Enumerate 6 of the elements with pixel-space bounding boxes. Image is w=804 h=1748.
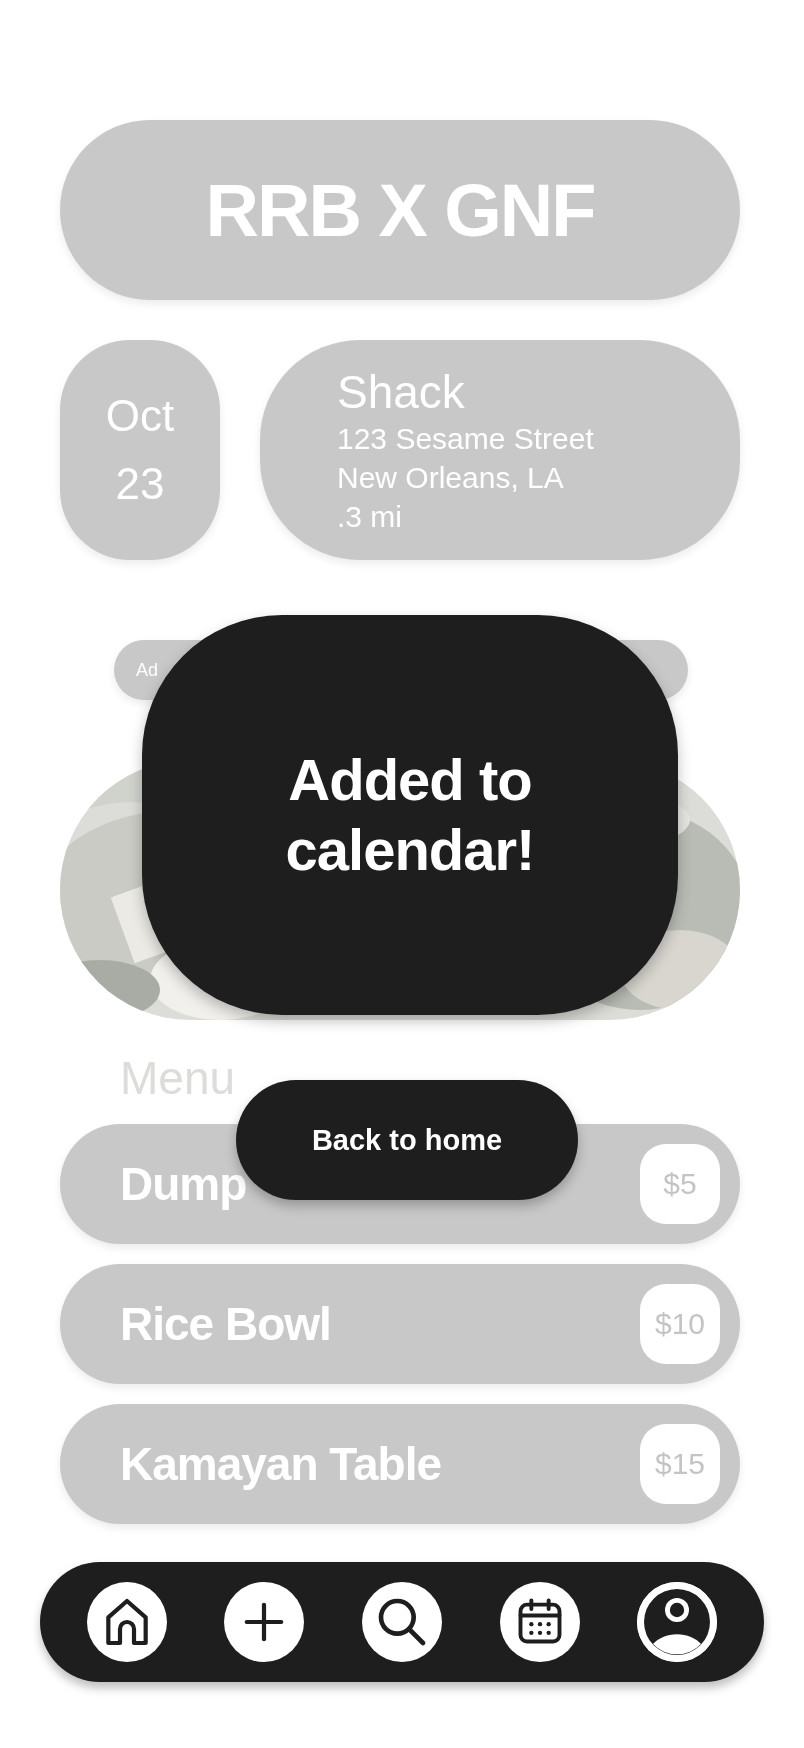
item-price: $5 — [640, 1144, 720, 1224]
item-price: $10 — [640, 1284, 720, 1364]
dialog-message: Added to calendar! — [284, 746, 536, 884]
item-price: $15 — [640, 1424, 720, 1504]
profile-icon — [637, 1582, 718, 1662]
nav-button[interactable] — [637, 1582, 718, 1662]
